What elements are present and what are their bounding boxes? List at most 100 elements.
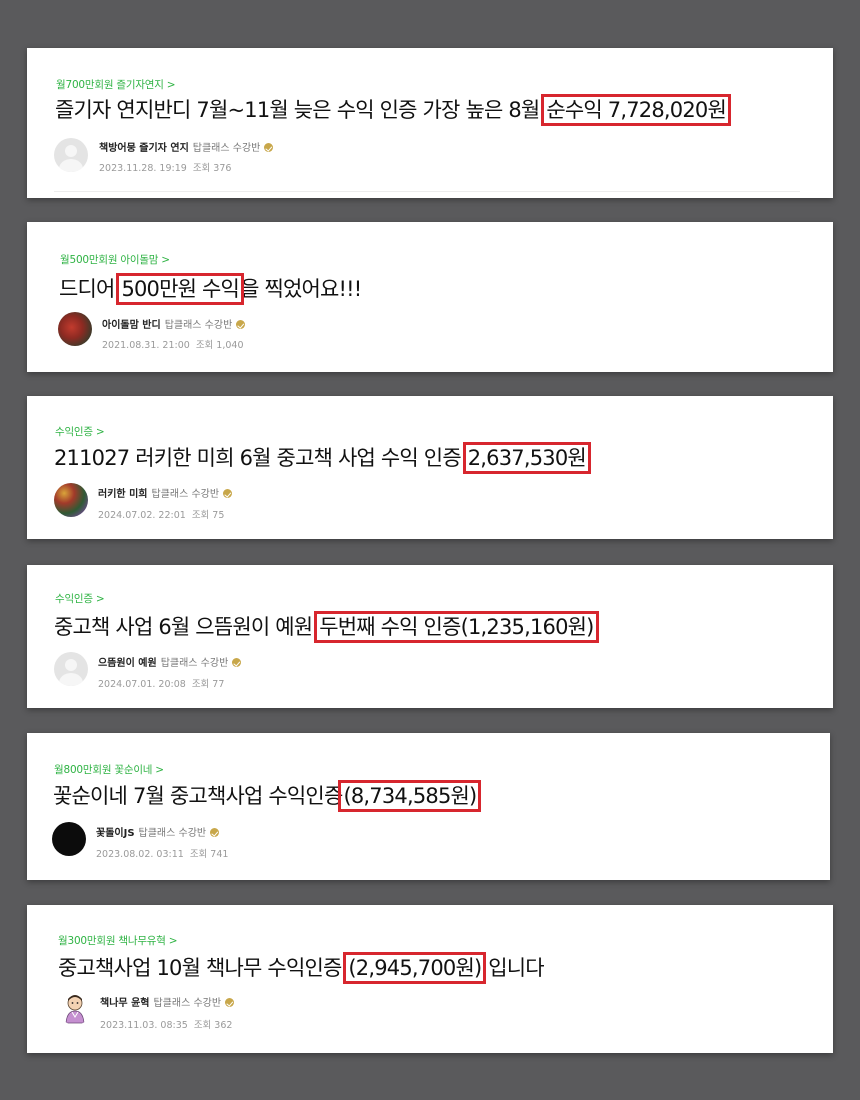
highlighted-amount[interactable]: 두번째 수익 인증(1,235,160원) (314, 611, 599, 643)
author-name[interactable]: 책방어뭉 즐기자 연지 (99, 143, 189, 154)
post-title[interactable]: 꽃순이네 7월 중고책사업 수익인증(8,734,585원) (53, 780, 482, 812)
screenshot-canvas: { "posts": [ { "board": "월700만회원 즐기자연지",… (0, 0, 860, 1100)
post-card[interactable]: 월800만회원 꽃순이네 > 꽃순이네 7월 중고책사업 수익인증(8,734,5… (27, 733, 830, 880)
title-text[interactable]: 드디어 (59, 277, 120, 301)
board-name[interactable]: 수익인증 (55, 593, 93, 605)
author-line: 아이돌맘 반디 탑클래스 수강반 (102, 316, 246, 331)
post-date: 2024.07.01. 20:08 (98, 679, 186, 690)
post-meta: 2023.11.03. 08:35 조회 362 (100, 1017, 232, 1031)
chevron-right-icon: > (95, 426, 105, 438)
board-name[interactable]: 월500만회원 아이돌맘 (60, 254, 158, 266)
verified-badge-icon (236, 320, 246, 329)
chevron-right-icon: > (166, 79, 176, 91)
verified-badge-icon (264, 143, 274, 152)
post-title[interactable]: 211027 러키한 미희 6월 중고책 사업 수익 인증 2,637,530원 (54, 442, 591, 474)
author-name[interactable]: 책나무 윤혁 (100, 998, 149, 1009)
post-title[interactable]: 중고책 사업 6월 으뜸원이 예원 두번째 수익 인증(1,235,160원) (54, 611, 599, 643)
view-count: 77 (212, 679, 225, 690)
post-meta: 2024.07.01. 20:08 조회 77 (98, 676, 224, 690)
board-link[interactable]: 수익인증 > (55, 591, 105, 606)
post-title[interactable]: 드디어 500만원 수익을 찍었어요!!! (59, 273, 362, 305)
views-label: 조회 (191, 679, 210, 690)
verified-badge-icon (225, 998, 235, 1007)
title-text[interactable]: 중고책사업 10월 책나무 수익인증 (58, 956, 347, 980)
board-link[interactable]: 월700만회원 즐기자연지 > (56, 77, 176, 92)
highlighted-amount[interactable]: 순수익 7,728,020원 (541, 94, 731, 126)
title-text-after[interactable]: 을 찍었어요!!! (240, 277, 362, 301)
author-line: 으뜸원이 예원 탑클래스 수강반 (98, 654, 242, 669)
title-text-after[interactable]: 입니다 (482, 956, 544, 980)
profile-photo-icon[interactable] (54, 483, 88, 517)
post-date: 2023.11.28. 19:19 (99, 163, 187, 174)
author-name[interactable]: 러키한 미희 (98, 489, 147, 500)
character-avatar-icon[interactable] (58, 991, 92, 1025)
chevron-right-icon: > (161, 254, 170, 266)
post-card[interactable]: 수익인증 > 중고책 사업 6월 으뜸원이 예원 두번째 수익 인증(1,235,… (27, 565, 833, 708)
post-meta: 2021.08.31. 21:00 조회 1,040 (102, 337, 244, 351)
post-card[interactable]: 월300만회원 책나무유혁 > 중고책사업 10월 책나무 수익인증 (2,945… (27, 905, 833, 1053)
author-name[interactable]: 꽃돌이JS (96, 828, 135, 839)
title-text[interactable]: 꽃순이네 7월 중고책사업 수익인증 (53, 784, 343, 808)
view-count: 75 (212, 510, 225, 521)
member-grade: 탑클래스 수강반 (160, 658, 229, 669)
view-count: 741 (210, 849, 229, 860)
board-link[interactable]: 수익인증 > (55, 424, 105, 439)
views-label: 조회 (193, 1020, 212, 1031)
author-line: 러키한 미희 탑클래스 수강반 (98, 485, 233, 500)
board-link[interactable]: 월500만회원 아이돌맘 > (60, 252, 170, 267)
views-label: 조회 (189, 849, 208, 860)
highlighted-amount[interactable]: (8,734,585원) (338, 780, 482, 812)
post-title[interactable]: 중고책사업 10월 책나무 수익인증 (2,945,700원) 입니다 (58, 952, 545, 984)
verified-badge-icon (210, 828, 220, 837)
post-title[interactable]: 즐기자 연지반디 7월~11월 늦은 수익 인증 가장 높은 8월 순수익 7,… (55, 94, 731, 126)
chevron-right-icon: > (95, 593, 105, 605)
view-count: 376 (213, 163, 232, 174)
post-card[interactable]: 월700만회원 즐기자연지 > 즐기자 연지반디 7월~11월 늦은 수익 인증 … (27, 48, 833, 198)
views-label: 조회 (192, 163, 211, 174)
author-line: 책방어뭉 즐기자 연지 탑클래스 수강반 (99, 139, 274, 154)
blank-avatar-icon[interactable] (54, 138, 88, 172)
post-date: 2021.08.31. 21:00 (102, 340, 190, 351)
member-grade: 탑클래스 수강반 (151, 489, 220, 500)
view-count: 362 (214, 1020, 233, 1031)
post-card[interactable]: 월500만회원 아이돌맘 > 드디어 500만원 수익을 찍었어요!!! 아이돌맘… (27, 222, 833, 372)
title-text[interactable]: 즐기자 연지반디 7월~11월 늦은 수익 인증 가장 높은 8월 (55, 98, 545, 122)
author-line: 책나무 윤혁 탑클래스 수강반 (100, 994, 235, 1009)
character-illustration (65, 995, 85, 1024)
views-label: 조회 (195, 340, 214, 351)
highlighted-amount[interactable]: 2,637,530원 (462, 442, 591, 474)
post-date: 2023.11.03. 08:35 (100, 1020, 188, 1031)
views-label: 조회 (191, 510, 210, 521)
author-name[interactable]: 으뜸원이 예원 (98, 658, 157, 669)
member-grade: 탑클래스 수강반 (164, 320, 233, 331)
board-name[interactable]: 수익인증 (55, 426, 93, 438)
black-avatar-icon[interactable] (52, 822, 86, 856)
author-line: 꽃돌이JS 탑클래스 수강반 (96, 824, 220, 839)
verified-badge-icon (232, 658, 242, 667)
title-text[interactable]: 중고책 사업 6월 으뜸원이 예원 (54, 615, 318, 639)
title-text[interactable]: 211027 러키한 미희 6월 중고책 사업 수익 인증 (54, 446, 467, 470)
post-meta: 2023.08.02. 03:11 조회 741 (96, 846, 228, 860)
board-name[interactable]: 월300만회원 책나무유혁 (58, 935, 166, 947)
highlighted-amount[interactable]: 500만원 수익 (116, 273, 245, 305)
verified-badge-icon (223, 489, 233, 498)
board-name[interactable]: 월800만회원 꽃순이네 (54, 764, 152, 776)
board-link[interactable]: 월800만회원 꽃순이네 > (54, 762, 164, 777)
post-card[interactable]: 수익인증 > 211027 러키한 미희 6월 중고책 사업 수익 인증 2,63… (27, 396, 833, 539)
author-name[interactable]: 아이돌맘 반디 (102, 320, 161, 331)
post-meta: 2023.11.28. 19:19 조회 376 (99, 160, 231, 174)
board-link[interactable]: 월300만회원 책나무유혁 > (58, 933, 178, 948)
chevron-right-icon: > (168, 935, 178, 947)
highlighted-amount[interactable]: (2,945,700원) (343, 952, 487, 984)
divider (54, 191, 800, 192)
post-meta: 2024.07.02. 22:01 조회 75 (98, 507, 224, 521)
post-date: 2023.08.02. 03:11 (96, 849, 184, 860)
member-grade: 탑클래스 수강반 (153, 998, 222, 1009)
profile-photo-icon[interactable] (58, 312, 92, 346)
blank-avatar-icon[interactable] (54, 652, 88, 686)
member-grade: 탑클래스 수강반 (192, 143, 261, 154)
chevron-right-icon: > (155, 764, 164, 776)
member-grade: 탑클래스 수강반 (138, 828, 207, 839)
board-name[interactable]: 월700만회원 즐기자연지 (56, 79, 164, 91)
post-date: 2024.07.02. 22:01 (98, 510, 186, 521)
